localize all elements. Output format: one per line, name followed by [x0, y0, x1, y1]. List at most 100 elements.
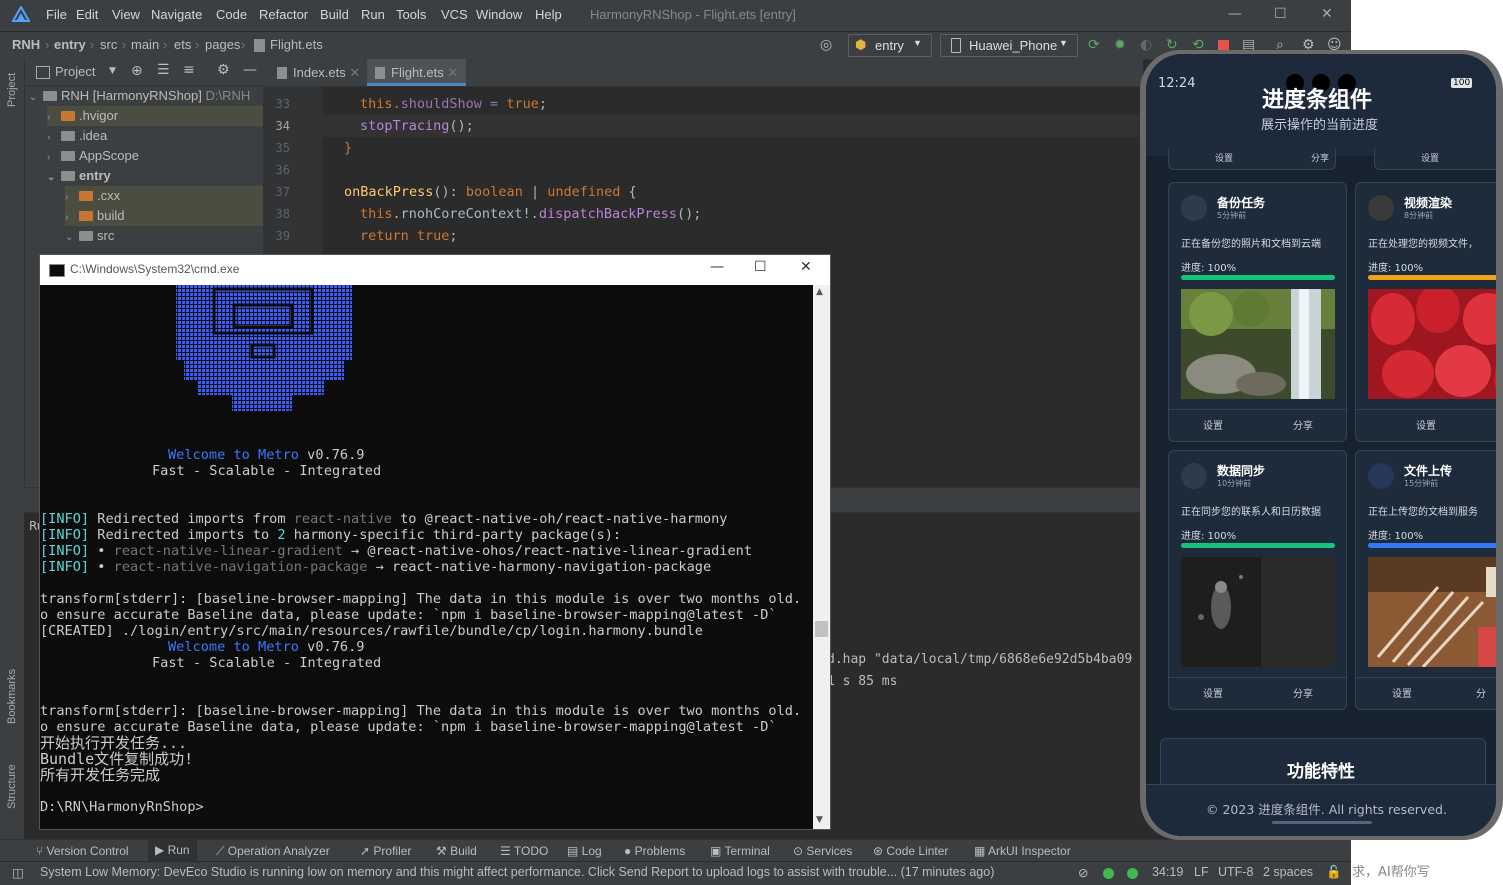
breadcrumb-main[interactable]: main: [131, 37, 159, 52]
menu-file[interactable]: File: [46, 7, 67, 22]
tree-item-build[interactable]: › build: [65, 206, 263, 226]
layout-icon[interactable]: ◫: [12, 865, 24, 880]
settings-button[interactable]: 设置: [1203, 685, 1223, 700]
code-line-35[interactable]: }: [344, 140, 352, 156]
expand-all-icon[interactable]: ☰: [157, 62, 170, 78]
progress-card[interactable]: 文件上传 15分钟前 正在上传您的文档到服务 进度: 100% 设置 分: [1355, 450, 1496, 710]
share-button[interactable]: 分享: [1311, 151, 1329, 164]
settings-button[interactable]: 设置: [1416, 417, 1436, 432]
tool-build[interactable]: ⚒ Build: [436, 844, 477, 858]
settings-button[interactable]: 设置: [1421, 151, 1439, 164]
code-line-39[interactable]: return true;: [360, 228, 458, 244]
status-green-dot-icon[interactable]: [1103, 868, 1114, 879]
file-encoding[interactable]: UTF-8: [1218, 865, 1253, 879]
structure-tool-button[interactable]: Structure: [6, 764, 18, 809]
command-prompt[interactable]: D:\RN\HarmonyRnShop>: [40, 799, 204, 815]
line-separator[interactable]: LF: [1194, 865, 1209, 879]
menu-build[interactable]: Build: [320, 7, 349, 22]
progress-card[interactable]: 备份任务 5分钟前 正在备份您的照片和文档到云端 进度: 100% 设置 分享: [1168, 182, 1347, 442]
scroll-thumb[interactable]: [815, 621, 828, 637]
locate-icon[interactable]: ⊕: [131, 63, 143, 79]
menu-code[interactable]: Code: [216, 7, 247, 22]
debug-icon[interactable]: ✹: [1114, 37, 1126, 53]
indent-setting[interactable]: 2 spaces: [1263, 865, 1313, 879]
tree-item-entry[interactable]: ⌄ entry: [47, 166, 111, 186]
run-config-dropdown[interactable]: ⬢ entry ▼: [848, 34, 932, 57]
tool-log[interactable]: ▤ Log: [567, 844, 602, 858]
menu-view[interactable]: View: [112, 7, 140, 22]
cmd-output[interactable]: Welcome to Metro v0.76.9 Fast - Scalable…: [40, 285, 813, 829]
chevron-down-icon[interactable]: ▼: [109, 66, 116, 76]
rerun-icon[interactable]: ⟳: [1088, 37, 1100, 53]
tree-item-hvigor[interactable]: › .hvigor: [47, 106, 263, 126]
shield-icon[interactable]: ⊘: [1078, 865, 1088, 880]
breadcrumb-pages[interactable]: pages: [205, 37, 240, 52]
close-icon[interactable]: ✕: [1321, 6, 1333, 22]
breadcrumb-src[interactable]: src: [100, 37, 117, 52]
status-green-dot-icon[interactable]: [1127, 868, 1138, 879]
tool-run[interactable]: ▶ Run: [148, 840, 197, 862]
menu-tools[interactable]: Tools: [396, 7, 426, 22]
maximize-icon[interactable]: ☐: [754, 259, 767, 275]
status-message[interactable]: System Low Memory: DevEco Studio is runn…: [40, 865, 994, 879]
tool-profiler[interactable]: ➚ Profiler: [360, 844, 411, 858]
project-tool-button[interactable]: Project: [6, 73, 18, 107]
tree-item-appscope[interactable]: › AppScope: [47, 146, 139, 166]
maximize-icon[interactable]: ☐: [1274, 6, 1287, 22]
code-line-33[interactable]: this.shouldShow = true;: [360, 96, 547, 112]
close-tab-icon[interactable]: ✕: [349, 65, 360, 80]
settings-button[interactable]: 设置: [1215, 151, 1233, 164]
breadcrumb-ets[interactable]: ets: [174, 37, 191, 52]
home-indicator[interactable]: [1272, 821, 1372, 824]
tool-problems[interactable]: ● Problems: [624, 844, 685, 858]
device-dropdown[interactable]: Huawei_Phone ▼: [940, 34, 1078, 57]
tab-flight-ets[interactable]: Flight.ets ✕: [367, 59, 467, 86]
attach-icon[interactable]: ◐: [1140, 37, 1152, 53]
progress-card[interactable]: 数据同步 10分钟前 正在同步您的联系人和日历数据 进度: 100% 设置 分享: [1168, 450, 1347, 710]
scroll-down-icon[interactable]: ▼: [816, 815, 823, 825]
menu-vcs[interactable]: VCS: [441, 7, 468, 22]
menu-run[interactable]: Run: [361, 7, 385, 22]
gear-icon[interactable]: ⚙: [217, 62, 230, 78]
tool-arkui-inspector[interactable]: ▦ ArkUI Inspector: [974, 844, 1071, 858]
cursor-position[interactable]: 34:19: [1152, 865, 1183, 879]
scroll-up-icon[interactable]: ▲: [816, 287, 823, 297]
target-icon[interactable]: ◎: [820, 37, 832, 53]
menu-help[interactable]: Help: [535, 7, 562, 22]
bookmarks-tool-button[interactable]: Bookmarks: [6, 669, 18, 724]
code-line-37[interactable]: onBackPress(): boolean | undefined {: [344, 184, 637, 200]
settings-button[interactable]: 设置: [1203, 417, 1223, 432]
minimize-icon[interactable]: —: [710, 259, 724, 275]
lock-icon[interactable]: 🔓: [1326, 865, 1342, 880]
code-line-34[interactable]: stopTracing();: [360, 118, 474, 134]
tool-version-control[interactable]: ⑂ Version Control: [36, 844, 129, 858]
breadcrumb-entry[interactable]: entry: [54, 37, 86, 52]
tree-item-idea[interactable]: › .idea: [47, 126, 107, 146]
tree-item-src[interactable]: ⌄ src: [65, 226, 114, 246]
breadcrumb-file[interactable]: Flight.ets: [270, 37, 323, 52]
collapse-all-icon[interactable]: ≡: [183, 62, 195, 78]
menu-refactor[interactable]: Refactor: [259, 7, 308, 22]
hide-panel-icon[interactable]: —: [243, 62, 257, 78]
minimize-icon[interactable]: —: [1228, 6, 1242, 22]
share-button[interactable]: 分: [1476, 685, 1486, 700]
share-button[interactable]: 分享: [1293, 417, 1313, 432]
cmd-scrollbar[interactable]: ▲ ▼: [813, 285, 830, 829]
tool-operation-analyzer[interactable]: ⟋ Operation Analyzer: [216, 844, 330, 859]
phone-screen[interactable]: 12:24 100 进度条组件 展示操作的当前进度 设置 分享 设置 备份任务 …: [1146, 54, 1496, 836]
menu-navigate[interactable]: Navigate: [151, 7, 202, 22]
tool-terminal[interactable]: ▣ Terminal: [710, 844, 770, 858]
tool-code-linter[interactable]: ⊛ Code Linter: [873, 844, 948, 858]
menu-edit[interactable]: Edit: [76, 7, 98, 22]
tree-item-root[interactable]: ⌄ RNH [HarmonyRNShop] D:\RNH: [29, 86, 250, 106]
menu-window[interactable]: Window: [476, 7, 522, 22]
project-view-label[interactable]: Project: [55, 64, 95, 79]
progress-card[interactable]: 视频渲染 8分钟前 正在处理您的视频文件， 进度: 100% 设置: [1355, 182, 1496, 442]
tree-item-cxx[interactable]: › .cxx: [65, 186, 263, 206]
tool-todo[interactable]: ☰ TODO: [500, 844, 548, 858]
code-line-38[interactable]: this.rnohCoreContext!.dispatchBackPress(…: [360, 206, 701, 222]
breadcrumb-project[interactable]: RNH: [12, 37, 40, 52]
settings-button[interactable]: 设置: [1392, 685, 1412, 700]
tab-index-ets[interactable]: Index.ets ✕: [269, 59, 368, 86]
close-icon[interactable]: ✕: [800, 259, 812, 275]
